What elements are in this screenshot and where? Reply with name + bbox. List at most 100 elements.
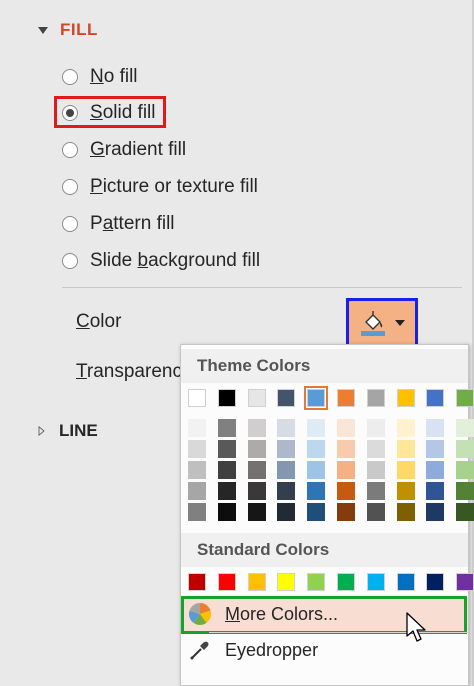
standard-color-swatch[interactable] (188, 573, 206, 591)
theme-shade-swatch[interactable] (426, 461, 444, 479)
theme-shade-swatch[interactable] (277, 440, 295, 458)
theme-color-swatch[interactable] (248, 389, 266, 407)
theme-shade-swatch[interactable] (277, 419, 295, 437)
radio-button[interactable] (62, 216, 78, 232)
theme-shade-swatch[interactable] (337, 503, 355, 521)
radio-button[interactable] (62, 179, 78, 195)
theme-color-swatch[interactable] (277, 389, 295, 407)
theme-shade-swatch[interactable] (367, 419, 385, 437)
theme-shade-swatch[interactable] (248, 503, 266, 521)
theme-shade-swatch[interactable] (397, 440, 415, 458)
eyedropper-label: Eyedropper (225, 639, 319, 660)
fill-section-title: FILL (60, 20, 98, 39)
fill-section-header[interactable]: FILL (38, 18, 98, 42)
radio-option-no-fill[interactable]: No fill (62, 64, 138, 90)
theme-colors-header: Theme Colors (181, 349, 468, 383)
theme-shade-swatch[interactable] (456, 440, 474, 458)
theme-shade-swatch[interactable] (188, 503, 206, 521)
theme-shade-swatch[interactable] (337, 482, 355, 500)
theme-shade-swatch[interactable] (277, 482, 295, 500)
theme-shade-swatch[interactable] (218, 503, 236, 521)
theme-shade-swatch[interactable] (456, 482, 474, 500)
radio-button[interactable] (62, 69, 78, 85)
color-label: Color (76, 311, 122, 332)
theme-shade-swatch[interactable] (307, 503, 325, 521)
standard-color-swatch[interactable] (248, 573, 266, 591)
theme-shade-swatch[interactable] (248, 461, 266, 479)
line-section-header[interactable]: LINE (38, 420, 98, 442)
theme-shade-swatch[interactable] (367, 482, 385, 500)
fill-color-button[interactable] (346, 298, 418, 348)
theme-shade-swatch[interactable] (367, 503, 385, 521)
radio-option-picture-texture-fill[interactable]: Picture or texture fill (62, 174, 258, 200)
theme-color-swatch[interactable] (397, 389, 415, 407)
radio-label: No fill (90, 66, 138, 87)
standard-color-swatch[interactable] (218, 573, 236, 591)
theme-color-swatch[interactable] (367, 389, 385, 407)
line-section-title: LINE (59, 421, 98, 440)
theme-shade-swatch[interactable] (307, 419, 325, 437)
theme-shade-swatch[interactable] (426, 482, 444, 500)
theme-shade-swatch[interactable] (397, 482, 415, 500)
radio-label: Picture or texture fill (90, 176, 258, 197)
theme-shade-swatch[interactable] (188, 461, 206, 479)
theme-color-swatch[interactable] (188, 389, 206, 407)
theme-shade-swatch[interactable] (307, 440, 325, 458)
theme-shade-swatch[interactable] (188, 482, 206, 500)
radio-label: Pattern fill (90, 213, 175, 234)
theme-shade-swatch[interactable] (367, 440, 385, 458)
theme-shade-swatch[interactable] (367, 461, 385, 479)
theme-color-swatch[interactable] (218, 389, 236, 407)
theme-shade-swatch[interactable] (337, 461, 355, 479)
theme-shade-swatch[interactable] (337, 419, 355, 437)
theme-shade-swatch[interactable] (426, 419, 444, 437)
eyedropper-icon (187, 637, 213, 663)
theme-color-swatch[interactable] (337, 389, 355, 407)
theme-shade-swatch[interactable] (456, 419, 474, 437)
theme-shade-swatch[interactable] (248, 419, 266, 437)
radio-button[interactable] (62, 253, 78, 269)
theme-shade-swatch[interactable] (218, 461, 236, 479)
expand-triangle-icon (38, 426, 45, 436)
theme-shade-swatch[interactable] (397, 503, 415, 521)
theme-shade-swatch[interactable] (456, 461, 474, 479)
standard-color-swatch[interactable] (397, 573, 415, 591)
theme-shade-swatch[interactable] (218, 440, 236, 458)
theme-color-swatch[interactable] (456, 389, 474, 407)
theme-shade-swatch[interactable] (277, 503, 295, 521)
standard-colors-header: Standard Colors (181, 533, 468, 567)
theme-shade-swatch[interactable] (337, 440, 355, 458)
standard-color-swatch[interactable] (367, 573, 385, 591)
theme-shade-swatch[interactable] (426, 503, 444, 521)
theme-shade-swatch[interactable] (188, 440, 206, 458)
theme-shade-swatch[interactable] (307, 461, 325, 479)
theme-shade-swatch[interactable] (397, 419, 415, 437)
theme-shade-swatch[interactable] (397, 461, 415, 479)
standard-color-swatch[interactable] (426, 573, 444, 591)
theme-shade-swatch[interactable] (456, 503, 474, 521)
theme-shade-swatch[interactable] (426, 440, 444, 458)
radio-option-gradient-fill[interactable]: Gradient fill (62, 137, 186, 163)
theme-shade-swatch[interactable] (248, 482, 266, 500)
solid-fill-highlight-box (54, 96, 166, 128)
standard-color-swatch[interactable] (456, 573, 474, 591)
mouse-cursor-icon (406, 612, 426, 642)
radio-option-pattern-fill[interactable]: Pattern fill (62, 211, 175, 237)
theme-shade-swatch[interactable] (248, 440, 266, 458)
paint-bucket-icon (359, 308, 387, 338)
theme-shade-swatch[interactable] (188, 419, 206, 437)
theme-shade-swatch[interactable] (218, 482, 236, 500)
theme-shade-swatch[interactable] (277, 461, 295, 479)
theme-shade-swatch[interactable] (218, 419, 236, 437)
standard-color-swatch[interactable] (277, 573, 295, 591)
theme-color-swatch[interactable] (304, 386, 328, 410)
theme-shade-swatch[interactable] (307, 482, 325, 500)
standard-color-swatch[interactable] (337, 573, 355, 591)
collapse-triangle-icon (38, 26, 48, 34)
radio-button[interactable] (62, 142, 78, 158)
transparency-label: Transparenc (76, 361, 182, 382)
radio-option-slide-background-fill[interactable]: Slide background fill (62, 248, 260, 274)
theme-color-swatch[interactable] (426, 389, 444, 407)
chevron-down-icon (395, 320, 405, 326)
standard-color-swatch[interactable] (307, 573, 325, 591)
